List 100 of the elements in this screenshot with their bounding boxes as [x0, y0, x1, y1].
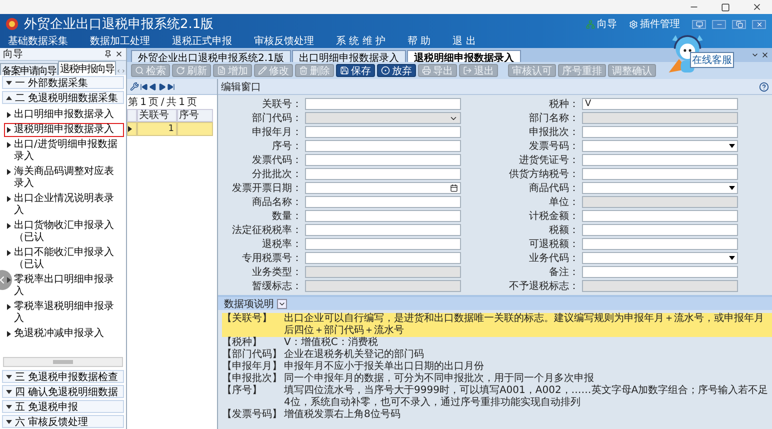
column-header: 序号	[177, 109, 213, 122]
restore-icon	[736, 20, 742, 28]
tree-item-label: 零税率退税明细申报录入	[14, 301, 115, 325]
input-field[interactable]: V	[582, 98, 738, 110]
section-header[interactable]: 五 免退税申报	[2, 400, 124, 413]
tab[interactable]: 出口明细申报数据录入	[292, 50, 406, 62]
tab[interactable]: 退税申报向导	[58, 61, 116, 75]
input-field[interactable]	[305, 238, 461, 250]
input-field[interactable]	[582, 266, 738, 278]
field-label: 商品名称：	[251, 196, 302, 209]
tab[interactable]: 备案申请向导	[0, 63, 58, 75]
input-field[interactable]	[582, 168, 738, 180]
field-label: 业务代码：	[528, 252, 579, 265]
maximize-icon[interactable]	[721, 2, 730, 12]
section-header[interactable]: 一 外部数据采集	[2, 76, 124, 89]
close-icon[interactable]	[752, 2, 762, 12]
horizontal-scrollbar[interactable]	[3, 357, 123, 367]
menu-item[interactable]: 数据加工处理	[90, 34, 150, 48]
triangle-icon	[7, 304, 11, 310]
item-description: 申报年月不应小于报关单出口日期的出口月份	[284, 361, 485, 372]
input-field[interactable]	[305, 154, 461, 166]
input-field[interactable]	[305, 252, 461, 264]
input-field[interactable]	[305, 98, 461, 110]
menu-item[interactable]: 审核反馈处理	[254, 34, 314, 48]
input-field[interactable]	[305, 140, 461, 152]
input-field[interactable]	[305, 196, 461, 208]
help-row[interactable]: 【税种】 V：增值税C：消费税	[222, 337, 772, 349]
input-field[interactable]	[305, 224, 461, 236]
field-label: 分批批次：	[251, 168, 302, 181]
tab[interactable]: 退税明细申报数据录入	[406, 50, 521, 62]
help-row[interactable]: 【申报年月】 申报年月不应小于报关单出口日期的出口月份	[222, 361, 772, 373]
item-key: 【关联号】	[222, 313, 284, 337]
previous-page-icon[interactable]	[149, 82, 157, 90]
triangle-icon	[6, 374, 12, 378]
help-row[interactable]: 【申报批次】 同一个申报年月的数据，可分为不同申报批次，用于同一个月多次申报	[222, 373, 772, 385]
input-field[interactable]	[582, 126, 738, 138]
printer-icon	[422, 66, 431, 75]
dropdown-field[interactable]	[582, 252, 738, 264]
field-label: 税种：	[548, 98, 579, 111]
table-cell: 1	[137, 122, 177, 136]
panel-title: 向导	[3, 48, 23, 61]
section-header[interactable]: 二 免退税明细数据采集	[2, 91, 124, 104]
tab[interactable]: 外贸企业出口退税申报系统2.1版	[131, 50, 291, 62]
close-button[interactable]	[752, 20, 766, 28]
help-row[interactable]: 【关联号】 出口企业可以自行编写，是进货和出口数据唯一关联的标志。建议编写规则为申报年月＋流水号，或申报年月后四位＋部门代码＋流水号	[222, 313, 772, 337]
field-label: 序号：	[271, 140, 302, 153]
menu-item[interactable]: 退税正式申报	[172, 34, 232, 48]
section-header[interactable]: 六 审核反馈处理	[2, 415, 124, 428]
scroll-left-icon[interactable]	[116, 67, 121, 75]
toolbar-button[interactable]: 放弃	[377, 64, 416, 77]
monitor-button[interactable]	[692, 20, 706, 28]
first-page-icon[interactable]	[140, 82, 148, 90]
dropdown-field[interactable]	[582, 182, 738, 194]
close-icon[interactable]	[115, 50, 123, 58]
input-field[interactable]	[582, 224, 738, 236]
triangle-icon	[7, 142, 11, 148]
dropdown-field[interactable]	[582, 140, 738, 152]
input-field[interactable]	[582, 238, 738, 250]
minimize-button[interactable]	[712, 20, 726, 28]
last-page-icon[interactable]	[167, 82, 175, 90]
section-header[interactable]: 三 免退税申报数据检查	[2, 370, 124, 383]
close-icon[interactable]	[761, 51, 769, 59]
item-description: 增值税发票右上角8位号码	[284, 409, 402, 421]
row-pointer-icon	[128, 126, 132, 132]
input-field[interactable]	[305, 210, 461, 222]
input-field[interactable]	[582, 154, 738, 166]
tree-item[interactable]: 退税明细申报数据录入	[4, 123, 124, 137]
pin-icon[interactable]	[104, 50, 112, 58]
wrench-icon[interactable]	[130, 82, 139, 91]
item-key: 【序号】	[222, 385, 284, 409]
field-label: 部门名称：	[528, 112, 579, 125]
restore-button[interactable]	[732, 20, 746, 28]
input-field[interactable]	[305, 168, 461, 180]
help-row[interactable]: 【发票号码】 增值税发票右上角8位号码	[222, 409, 772, 421]
help-row[interactable]: 【部门代码】 企业在退税务机关登记的部门码	[222, 349, 772, 361]
field-label: 不予退税标志：	[508, 280, 579, 293]
refresh-icon	[176, 66, 185, 75]
input-field[interactable]	[582, 210, 738, 222]
table-header	[127, 109, 137, 122]
section-header[interactable]: 四 确认免退税明细数据	[2, 385, 124, 398]
scroll-right-icon[interactable]	[121, 67, 126, 75]
trash-icon	[299, 66, 308, 75]
menu-item[interactable]: 退 出	[452, 34, 476, 48]
help-row[interactable]: 【序号】 填写四位流水号，当序号大于9999时，可以填写A001，A002，……英文字母A加数字组合；序号输入若不足4位，系统自动补零，也可不录入，通过序号重排功能实现自动排列	[222, 385, 772, 409]
input-field[interactable]	[305, 126, 461, 138]
toolbar-button[interactable]: 保存	[336, 64, 375, 77]
help-icon[interactable]	[759, 82, 769, 92]
plugin-manager-link[interactable]: 插件管理	[640, 17, 680, 31]
chat-sign[interactable]: 在线客服	[690, 52, 734, 68]
settings-icon	[629, 20, 638, 28]
field-value: V	[585, 99, 592, 109]
caret-icon[interactable]	[751, 51, 759, 59]
guide-link[interactable]: 向导	[597, 17, 617, 31]
collapse-icon[interactable]	[277, 298, 287, 308]
dropdown-field[interactable]	[305, 182, 461, 194]
menu-item[interactable]: 帮 助	[408, 34, 431, 48]
menu-item[interactable]: 系 统 维 护	[336, 34, 386, 48]
menu-item[interactable]: 基础数据采集	[8, 34, 68, 48]
row-selector[interactable]	[127, 122, 137, 136]
next-page-icon[interactable]	[158, 82, 166, 90]
